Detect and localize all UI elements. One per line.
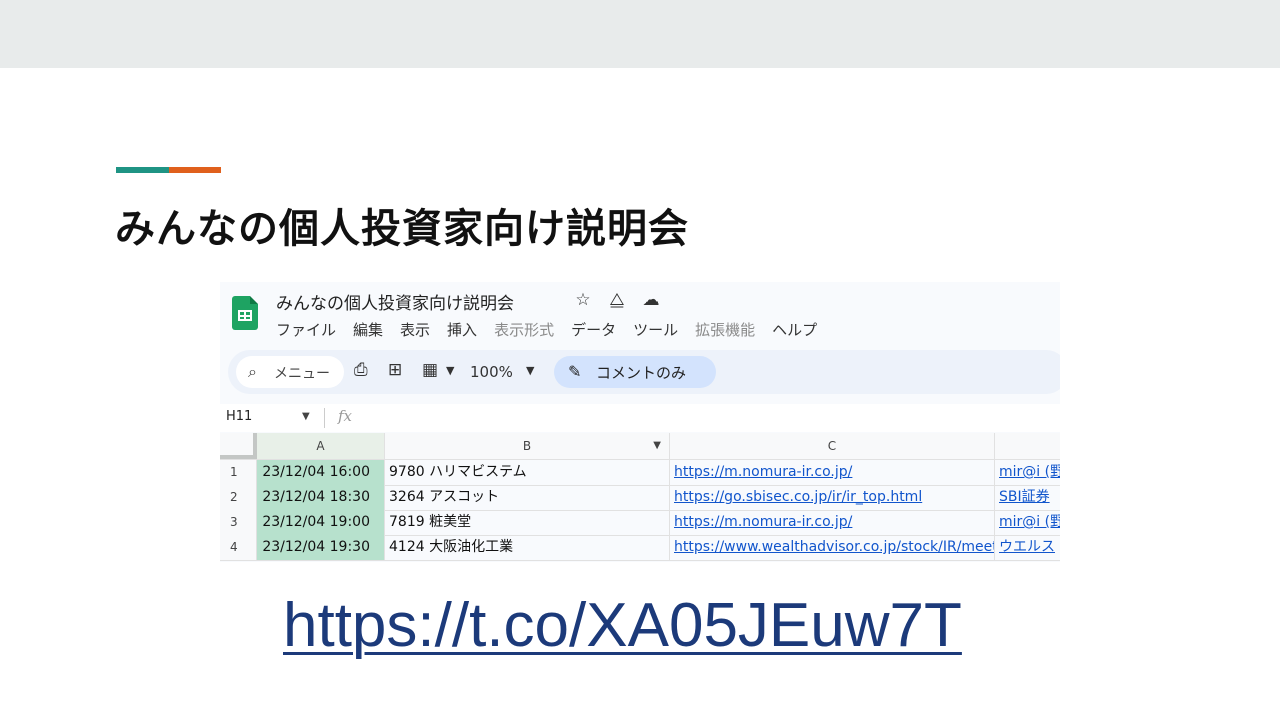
menu-help[interactable]: ヘルプ: [772, 319, 817, 340]
column-header-a[interactable]: A: [257, 433, 385, 459]
comment-only-button[interactable]: ✎ コメントのみ: [554, 356, 716, 388]
formula-separator: [324, 408, 325, 428]
cell-a[interactable]: 23/12/04 19:00: [257, 510, 385, 535]
name-box-chevron-down-icon[interactable]: ▼: [302, 411, 310, 422]
calculator-icon[interactable]: ▦: [422, 360, 438, 380]
cell-b[interactable]: 4124 大阪油化工業: [385, 535, 670, 560]
cell-c-link[interactable]: https://www.wealthadvisor.co.jp/stock/IR…: [670, 535, 995, 560]
column-header-d[interactable]: [995, 433, 1060, 459]
menu-file[interactable]: ファイル: [276, 319, 336, 340]
move-to-drive-icon[interactable]: ⧋: [606, 290, 628, 310]
comment-only-label: コメントのみ: [596, 364, 687, 382]
select-all-corner[interactable]: [220, 433, 257, 459]
column-header-c[interactable]: C: [670, 433, 995, 459]
cell-a[interactable]: 23/12/04 19:30: [257, 535, 385, 560]
menu-format[interactable]: 表示形式: [494, 319, 554, 340]
menu-extensions[interactable]: 拡張機能: [695, 319, 755, 340]
menu-bar: ファイル 編集 表示 挿入 表示形式 データ ツール 拡張機能 ヘルプ: [276, 319, 817, 340]
zoom-chevron-down-icon[interactable]: ▼: [526, 364, 534, 377]
search-label: メニュー: [274, 366, 330, 382]
menu-insert[interactable]: 挿入: [447, 319, 477, 340]
cell-a[interactable]: 23/12/04 16:00: [257, 460, 385, 485]
column-header-b[interactable]: B ▼: [385, 433, 670, 459]
search-icon: ⌕: [248, 362, 257, 381]
table-row: 4 23/12/04 19:30 4124 大阪油化工業 https://www…: [220, 535, 1060, 561]
menu-data[interactable]: データ: [571, 319, 616, 340]
cell-b[interactable]: 3264 アスコット: [385, 485, 670, 510]
cell-b[interactable]: 7819 粧美堂: [385, 510, 670, 535]
cell-a[interactable]: 23/12/04 18:30: [257, 485, 385, 510]
chevron-down-icon[interactable]: ▼: [446, 364, 454, 377]
cell-d-link[interactable]: SBI証券: [995, 485, 1060, 510]
accent-bar-teal: [116, 167, 169, 173]
formula-bar: H11 ▼ fx: [220, 404, 1060, 432]
cell-b[interactable]: 9780 ハリマビステム: [385, 460, 670, 485]
menu-view[interactable]: 表示: [400, 319, 430, 340]
cell-d-link[interactable]: mir@i (野: [995, 510, 1060, 535]
name-box[interactable]: H11: [226, 409, 252, 424]
title-icons: ☆ ⧋ ☁: [572, 290, 662, 310]
accent-bar-orange: [169, 167, 221, 173]
top-band: [0, 0, 1280, 68]
cell-d-link[interactable]: mir@i (野: [995, 460, 1060, 485]
filter-chevron-down-icon[interactable]: ▼: [653, 433, 661, 459]
table-row: 3 23/12/04 19:00 7819 粧美堂 https://m.nomu…: [220, 510, 1060, 536]
short-link[interactable]: https://t.co/XA05JEuw7T: [283, 590, 962, 661]
fx-icon: fx: [338, 407, 353, 425]
table-row: 2 23/12/04 18:30 3264 アスコット https://go.s…: [220, 485, 1060, 511]
comment-edit-icon: ✎: [568, 362, 582, 381]
column-header-row: A B ▼ C: [220, 433, 1060, 460]
menu-search-button[interactable]: ⌕ メニュー: [236, 356, 344, 388]
cell-c-link[interactable]: https://go.sbisec.co.jp/ir/ir_top.html: [670, 485, 995, 510]
row-header[interactable]: 2: [220, 485, 257, 510]
zoom-select[interactable]: 100%: [470, 363, 513, 381]
cell-d-link[interactable]: ウエルス: [995, 535, 1060, 560]
star-icon[interactable]: ☆: [572, 290, 594, 310]
row-header[interactable]: 3: [220, 510, 257, 535]
row-header[interactable]: 1: [220, 460, 257, 485]
cell-c-link[interactable]: https://m.nomura-ir.co.jp/: [670, 460, 995, 485]
table-row: 1 23/12/04 16:00 9780 ハリマビステム https://m.…: [220, 460, 1060, 486]
cell-c-link[interactable]: https://m.nomura-ir.co.jp/: [670, 510, 995, 535]
document-title[interactable]: みんなの個人投資家向け説明会: [276, 289, 514, 314]
add-comment-icon[interactable]: ⊞: [388, 360, 402, 380]
sheets-logo-icon[interactable]: [232, 296, 258, 330]
menu-edit[interactable]: 編集: [353, 319, 383, 340]
menu-tools[interactable]: ツール: [633, 319, 678, 340]
row-header[interactable]: 4: [220, 535, 257, 560]
toolbar: ⌕ メニュー ⎙ ⊞ ▦ ▼ 100% ▼ ✎ コメントのみ: [228, 350, 1060, 394]
cloud-saved-icon[interactable]: ☁: [640, 290, 662, 310]
print-icon[interactable]: ⎙: [354, 360, 368, 380]
slide-title: みんなの個人投資家向け説明会: [115, 206, 689, 252]
spreadsheet-screenshot: みんなの個人投資家向け説明会 ☆ ⧋ ☁ ファイル 編集 表示 挿入 表示形式 …: [220, 282, 1060, 562]
